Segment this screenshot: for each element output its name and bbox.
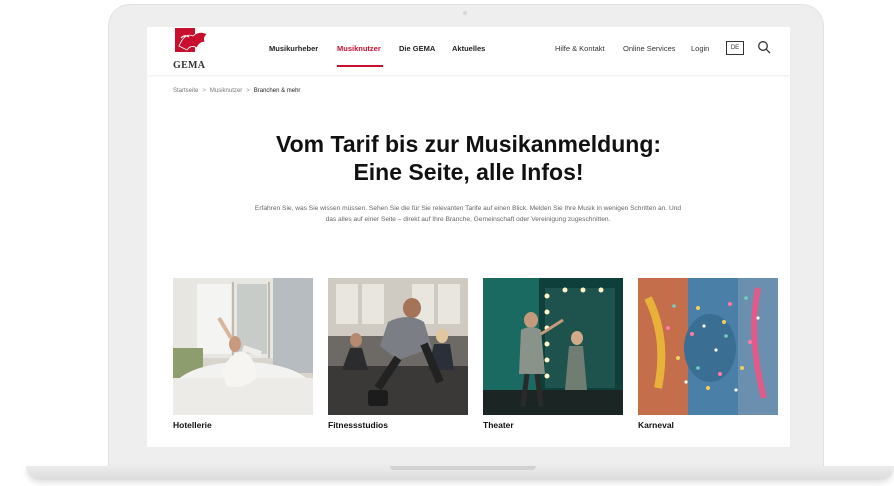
language-selector[interactable]: DE <box>726 41 744 55</box>
gema-logo-icon <box>175 28 208 52</box>
card-title-hotellerie: Hotellerie <box>173 420 212 430</box>
nav-die-gema[interactable]: Die GEMA <box>399 44 435 53</box>
page-title-line-2: Eine Seite, alle Infos! <box>353 159 584 185</box>
laptop-base-notch <box>390 466 536 470</box>
webcam-dot <box>463 11 467 15</box>
help-contact-link[interactable]: Hilfe & Kontakt <box>555 44 605 53</box>
page-title: Vom Tarif bis zur Musikanmeldung: Eine S… <box>147 130 790 186</box>
card-fitnessstudios[interactable]: Fitnessstudios <box>328 278 468 430</box>
breadcrumb-musiknutzer[interactable]: Musiknutzer <box>210 88 242 94</box>
login-link[interactable]: Login <box>691 44 709 53</box>
gym-photo <box>328 278 468 415</box>
card-hotellerie[interactable]: Hotellerie <box>173 278 313 430</box>
online-services-link[interactable]: Online Services <box>623 44 676 53</box>
breadcrumb-startseite[interactable]: Startseite <box>173 88 198 94</box>
breadcrumb: Startseite > Musiknutzer > Branchen & mehr <box>173 88 300 94</box>
card-title-karneval: Karneval <box>638 420 674 430</box>
nav-aktuelles[interactable]: Aktuelles <box>452 44 485 53</box>
search-icon[interactable] <box>757 40 771 54</box>
gema-logo[interactable]: GEMA <box>173 28 213 72</box>
nav-musikurheber[interactable]: Musikurheber <box>269 44 318 53</box>
page-title-line-1: Vom Tarif bis zur Musikanmeldung: <box>275 131 662 157</box>
nav-musiknutzer[interactable]: Musiknutzer <box>337 44 381 53</box>
card-karneval[interactable]: Karneval <box>638 278 778 430</box>
card-theater[interactable]: Theater <box>483 278 623 430</box>
carnival-photo <box>638 278 778 415</box>
logo-wordmark: GEMA <box>173 60 206 71</box>
breadcrumb-current: Branchen & mehr <box>253 88 301 94</box>
intro-text: Erfahren Sie, was Sie wissen müssen. Seh… <box>254 205 682 223</box>
nav-active-underline <box>337 65 383 67</box>
card-title-fitnessstudios: Fitnessstudios <box>328 420 388 430</box>
site-header: GEMA Musikurheber Musiknutzer Die GEMA A… <box>147 27 790 75</box>
hotel-photo <box>173 278 313 415</box>
card-title-theater: Theater <box>483 420 514 430</box>
breadcrumb-separator: > <box>246 88 250 94</box>
breadcrumb-separator: > <box>202 88 206 94</box>
browser-screen: GEMA Musikurheber Musiknutzer Die GEMA A… <box>147 27 790 447</box>
theater-photo <box>483 278 623 415</box>
